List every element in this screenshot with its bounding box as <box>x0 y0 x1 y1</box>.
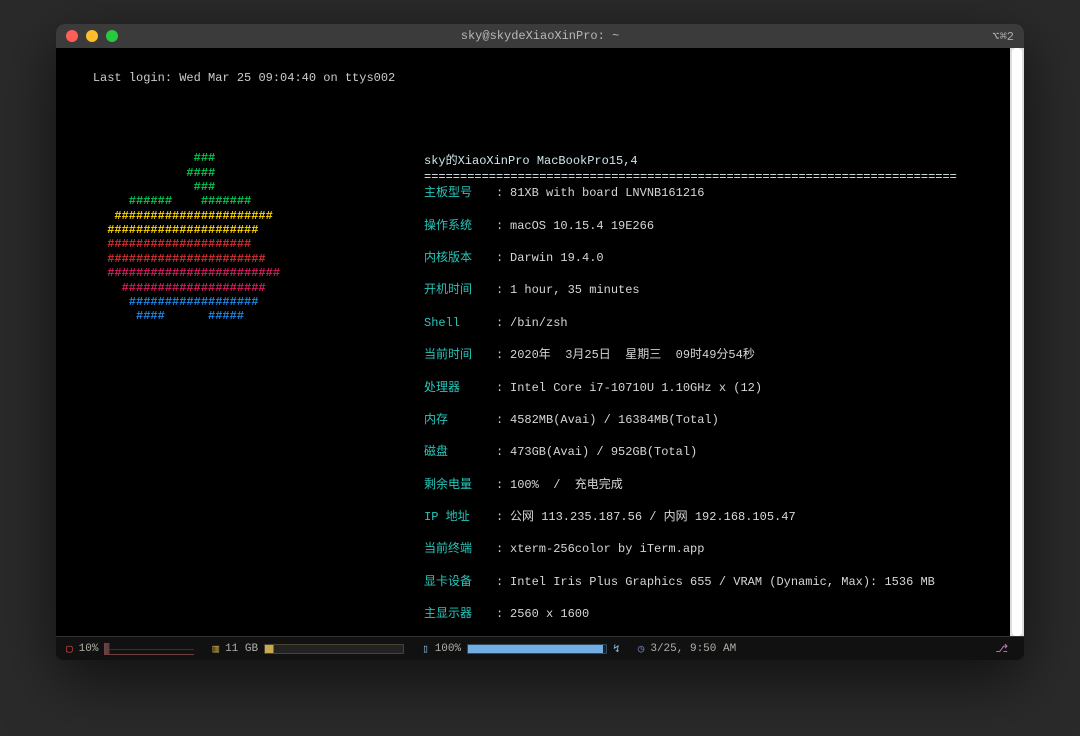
scrollbar[interactable] <box>1010 48 1024 636</box>
ram-bar <box>264 644 404 654</box>
info-row-battery: 剩余电量: 100% / 充电完成 <box>424 477 1016 493</box>
traffic-lights <box>66 30 118 42</box>
info-row-display: 主显示器: 2560 x 1600 <box>424 606 1016 622</box>
info-row-os: 操作系统: macOS 10.15.4 19E266 <box>424 218 1016 234</box>
battery-status-icon: ▯ <box>422 642 429 656</box>
info-row-shell: Shell: /bin/zsh <box>424 315 1016 331</box>
bottom-status-bar: ▢ 10% ▥ 11 GB ▯ 100% ↯ ◷ 3/25, 9:50 AM ⎇ <box>56 636 1024 660</box>
window-shortcut-badge: ⌥⌘2 <box>992 29 1014 44</box>
terminal-content[interactable]: Last login: Wed Mar 25 09:04:40 on ttys0… <box>56 48 1024 636</box>
info-row-disk: 磁盘: 473GB(Avai) / 952GB(Total) <box>424 444 1016 460</box>
info-row-datetime: 当前时间: 2020年 3月25日 星期三 09时49分54秒 <box>424 347 1016 363</box>
status-ram: ▥ 11 GB <box>212 642 404 656</box>
status-cpu: ▢ 10% <box>66 642 194 656</box>
status-battery: ▯ 100% ↯ <box>422 642 620 656</box>
scrollbar-thumb[interactable] <box>1012 48 1022 636</box>
ascii-apple-logo: ### #### ### ###### ####### ############… <box>64 137 424 636</box>
cpu-sparkline <box>104 643 194 655</box>
info-row-gpu: 显卡设备: Intel Iris Plus Graphics 655 / VRA… <box>424 574 1016 590</box>
system-info: sky的XiaoXinPro MacBookPro15,4 ==========… <box>424 137 1016 636</box>
git-branch-icon: ⎇ <box>995 642 1008 656</box>
close-button[interactable] <box>66 30 78 42</box>
status-git-branch: ⎇ <box>995 642 1014 656</box>
neofetch-block: ### #### ### ###### ####### ############… <box>64 137 1016 636</box>
terminal-window: sky@skydeXiaoXinPro: ~ ⌥⌘2 Last login: W… <box>56 24 1024 660</box>
info-row-ip: IP 地址: 公网 113.235.187.56 / 内网 192.168.10… <box>424 509 1016 525</box>
system-info-title: sky的XiaoXinPro MacBookPro15,4 <box>424 154 638 168</box>
info-row-terminal: 当前终端: xterm-256color by iTerm.app <box>424 541 1016 557</box>
battery-bar <box>467 644 607 654</box>
info-row-cpu: 处理器: Intel Core i7-10710U 1.10GHz x (12) <box>424 380 1016 396</box>
info-row-uptime: 开机时间: 1 hour, 35 minutes <box>424 282 1016 298</box>
maximize-button[interactable] <box>106 30 118 42</box>
ram-icon: ▥ <box>212 642 219 656</box>
system-info-separator: ========================================… <box>424 170 957 184</box>
last-login-line: Last login: Wed Mar 25 09:04:40 on ttys0… <box>93 71 395 85</box>
info-row-kernel: 内核版本: Darwin 19.4.0 <box>424 250 1016 266</box>
minimize-button[interactable] <box>86 30 98 42</box>
window-titlebar: sky@skydeXiaoXinPro: ~ ⌥⌘2 <box>56 24 1024 48</box>
cpu-chip-icon: ▢ <box>66 642 73 656</box>
info-row-motherboard: 主板型号: 81XB with board LNVNB161216 <box>424 185 1016 201</box>
status-clock: ◷ 3/25, 9:50 AM <box>638 642 736 656</box>
window-title: sky@skydeXiaoXinPro: ~ <box>461 29 619 43</box>
clock-status-icon: ◷ <box>638 642 645 656</box>
info-row-memory: 内存: 4582MB(Avai) / 16384MB(Total) <box>424 412 1016 428</box>
charging-bolt-icon: ↯ <box>613 642 620 656</box>
